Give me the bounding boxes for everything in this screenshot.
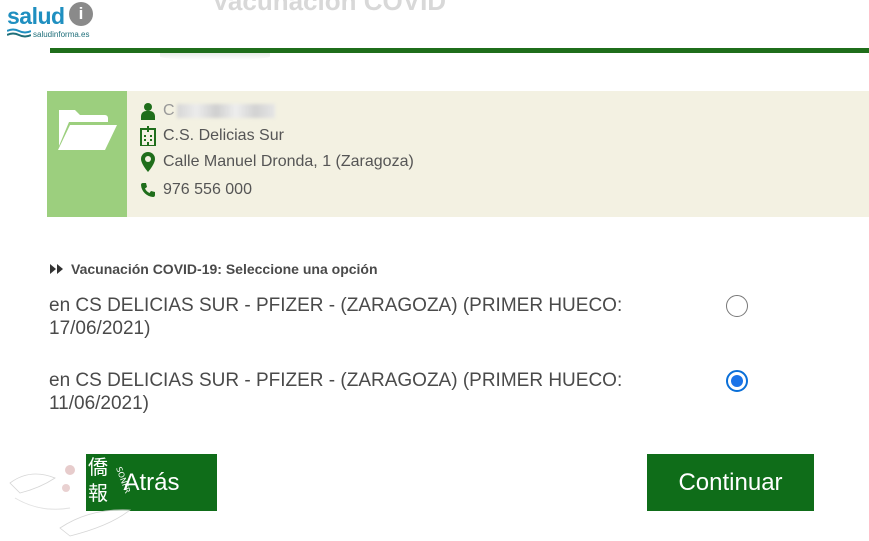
folder-open-icon	[58, 110, 117, 150]
health-center-card: C C.S. Delicias Sur Calle Manuel Dronda,…	[47, 91, 869, 217]
center-name-row: C.S. Delicias Sur	[139, 126, 284, 146]
back-button[interactable]: Atrás	[86, 454, 217, 511]
logo-text: salud	[7, 3, 65, 29]
header: Vacunación COVID salud i saludinforma.es	[0, 0, 869, 48]
location-pin-icon	[139, 152, 157, 172]
blurred-name	[176, 104, 275, 118]
logo-url: saludinforma.es	[33, 30, 90, 39]
option-text-1[interactable]: en CS DELICIAS SUR - PFIZER - (ZARAGOZA)…	[49, 294, 689, 340]
patient-name-row: C	[139, 101, 275, 121]
info-i-icon: i	[69, 2, 93, 26]
saludinforma-logo[interactable]: salud i saludinforma.es	[0, 0, 96, 46]
option-text-2[interactable]: en CS DELICIAS SUR - PFIZER - (ZARAGOZA)…	[49, 369, 689, 415]
divider-shadow	[160, 53, 270, 60]
address-row: Calle Manuel Dronda, 1 (Zaragoza)	[139, 152, 414, 172]
center-phone: 976 556 000	[163, 181, 252, 198]
center-address: Calle Manuel Dronda, 1 (Zaragoza)	[163, 153, 414, 170]
continue-button[interactable]: Continuar	[647, 454, 814, 511]
patient-name: C	[163, 102, 175, 119]
question-heading: Vacunación COVID-19: Seleccione una opci…	[49, 261, 378, 277]
hospital-building-icon	[139, 126, 157, 146]
double-chevron-right-icon	[49, 263, 65, 275]
phone-row: 976 556 000	[139, 180, 252, 200]
option-radio-1[interactable]	[726, 295, 748, 317]
page-title: Vacunación COVID	[212, 0, 447, 16]
waves-icon	[7, 28, 31, 38]
option-radio-2[interactable]	[726, 370, 748, 392]
person-icon	[139, 101, 157, 121]
phone-icon	[139, 180, 157, 200]
question-label: Vacunación COVID-19: Seleccione una opci…	[71, 261, 378, 277]
folder-panel	[47, 91, 127, 217]
center-name: C.S. Delicias Sur	[163, 127, 284, 144]
